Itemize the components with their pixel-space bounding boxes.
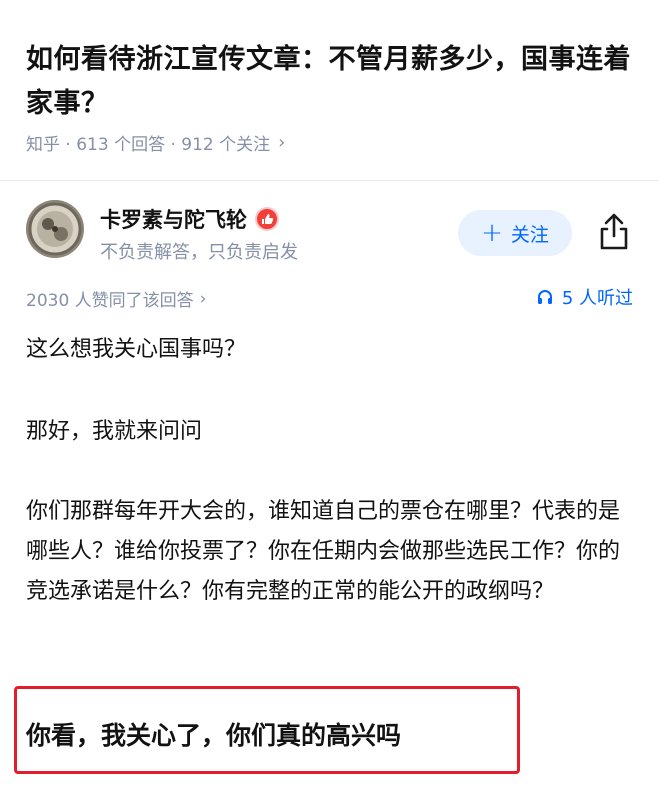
chevron-right-icon: ›	[278, 132, 286, 153]
avatar[interactable]	[26, 200, 84, 258]
author-name-text: 卡罗素与陀飞轮	[100, 208, 247, 232]
question-meta[interactable]: 知乎 · 613 个回答 · 912 个关注 ›	[26, 130, 285, 155]
answer-paragraph: 这么想我关心国事吗？	[26, 337, 247, 362]
vote-count[interactable]: 2030 人赞同了该回答 ›	[26, 286, 207, 312]
watch-avatar-image	[26, 200, 84, 258]
answer-paragraph: 那好，我就来问问	[26, 419, 203, 444]
answer-paragraph: 你们那群每年开大会的，谁知道自己的票仓在哪里？代表的是哪些人？谁给你投票了？你在…	[26, 499, 621, 604]
question-title[interactable]: 如何看待浙江宣传文章：不管月薪多少，国事连着家事？	[26, 38, 636, 126]
question-meta-text: 知乎 · 613 个回答 · 912 个关注	[26, 135, 271, 155]
follow-label: 关注	[510, 223, 549, 246]
author-name[interactable]: 卡罗素与陀飞轮	[100, 204, 279, 234]
listen-count[interactable]: 5 人听过	[536, 284, 633, 310]
headphones-icon	[537, 290, 552, 304]
follow-button[interactable]: + 关注	[458, 210, 572, 256]
share-icon[interactable]	[596, 212, 632, 252]
vote-count-text: 2030 人赞同了该回答	[26, 291, 194, 311]
verified-badge-icon	[255, 207, 279, 231]
author-bio: 不负责解答，只负责启发	[100, 242, 298, 263]
chevron-right-icon: ›	[199, 288, 207, 309]
divider	[0, 180, 659, 181]
plus-icon: +	[481, 218, 503, 248]
highlighted-sentence: 你看，我关心了，你们真的高兴吗	[26, 721, 402, 750]
listen-count-text: 5 人听过	[561, 288, 633, 309]
